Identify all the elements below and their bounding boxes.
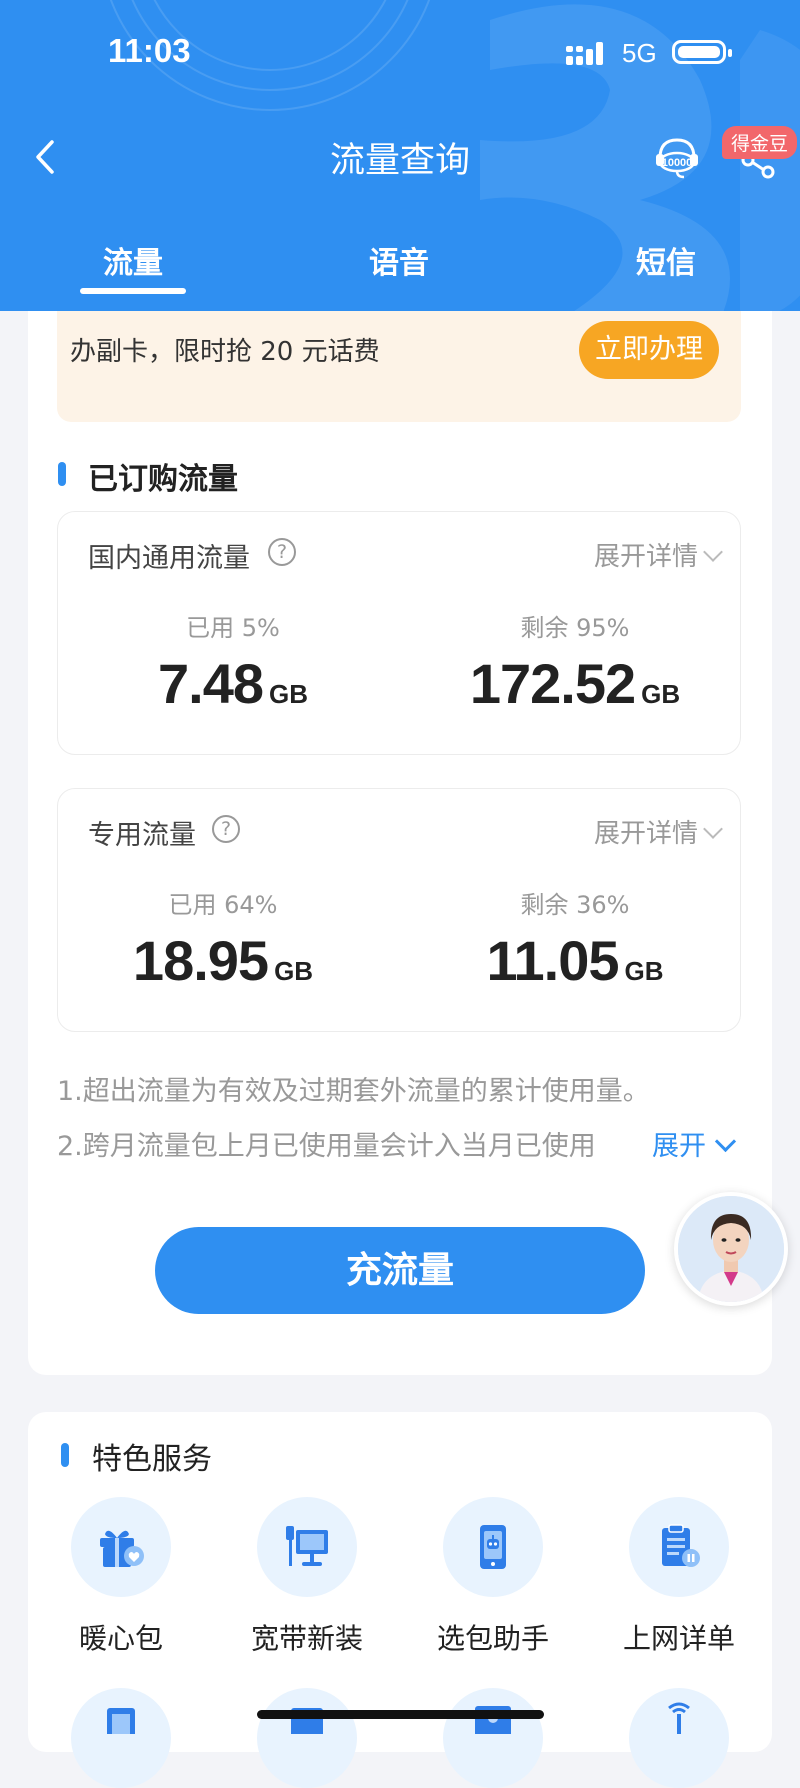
remaining-unit: GB: [641, 679, 681, 709]
service-item-broadband[interactable]: 宽带新装: [217, 1497, 397, 1657]
home-indicator: [257, 1710, 544, 1719]
phone-icon: [107, 1708, 135, 1738]
expand-details-label: 展开详情: [593, 542, 698, 572]
promo-banner[interactable]: 办副卡，限时抢 20 元话费 立即办理: [57, 311, 741, 422]
status-time: 11:03: [108, 32, 191, 69]
special-services-title: 特色服务: [92, 1442, 212, 1477]
used-unit: GB: [269, 679, 308, 709]
tab-voice[interactable]: 语音: [319, 238, 479, 282]
expand-details-label: 展开详情: [593, 819, 698, 849]
active-tab-indicator: [80, 288, 186, 294]
help-icon[interactable]: ?: [268, 538, 296, 566]
nav-bar: 流量查询 10000 得金豆: [0, 110, 800, 200]
service-item-plan-assistant[interactable]: 选包助手: [403, 1497, 583, 1657]
used-stat: 已用 64% 18.95 GB: [73, 885, 373, 993]
gold-bean-badge[interactable]: 得金豆: [722, 126, 798, 159]
used-label: 已用 64%: [168, 891, 278, 919]
expand-notes-label: 展开: [652, 1131, 706, 1162]
recharge-data-button[interactable]: 充流量: [155, 1227, 645, 1314]
expand-details-link[interactable]: 展开详情: [593, 536, 723, 573]
remaining-unit: GB: [624, 956, 664, 986]
used-value: 7.48: [158, 652, 264, 715]
broadband-icon: [257, 1497, 357, 1597]
usage-note-2: 2.跨月流量包上月已使用量会计入当月已使用: [57, 1131, 596, 1162]
chevron-down-icon: [714, 1130, 737, 1153]
remaining-stat: 剩余 36% 11.05 GB: [425, 885, 725, 993]
service-label: 上网详单: [622, 1622, 735, 1655]
expand-notes-link[interactable]: 展开: [648, 1124, 737, 1163]
service-item-warm-pack[interactable]: 暖心包: [31, 1497, 211, 1657]
card-title: 专用流量: [88, 820, 196, 851]
service-item-data-bill[interactable]: 上网详单: [589, 1497, 769, 1657]
used-unit: GB: [274, 956, 314, 986]
expand-details-link[interactable]: 展开详情: [593, 813, 723, 850]
used-value: 18.95: [132, 929, 269, 992]
service-item-row2-1[interactable]: [71, 1688, 171, 1788]
tab-data[interactable]: 流量: [53, 238, 213, 282]
domestic-data-card: 国内通用流量 ? 展开详情 已用 5% 7.48 GB 剩余 95% 172.52…: [57, 511, 741, 755]
service-item-row2-3[interactable]: [443, 1688, 543, 1788]
chevron-down-icon: [703, 819, 723, 839]
service-item-row2-2[interactable]: [257, 1688, 357, 1788]
remaining-label: 剩余 36%: [520, 891, 630, 919]
section-marker: [58, 462, 66, 486]
tab-sms[interactable]: 短信: [586, 238, 746, 282]
dedicated-data-card: 专用流量 ? 展开详情 已用 64% 18.95 GB 剩余 36% 11.05 G…: [57, 788, 741, 1032]
app-header: 11:03 5G 流量查询 10000 得金豆 流量 语音 短信: [0, 0, 800, 311]
assistant-avatar[interactable]: [674, 1192, 788, 1306]
service-label: 宽带新装: [250, 1622, 363, 1655]
status-bar: 11:03 5G: [0, 0, 800, 100]
remaining-stat: 剩余 95% 172.52 GB: [425, 608, 725, 716]
remaining-value: 11.05: [486, 929, 619, 992]
used-stat: 已用 5% 7.48 GB: [83, 608, 383, 716]
used-label: 已用 5%: [186, 614, 280, 642]
usage-note-1: 1.超出流量为有效及过期套外流量的累计使用量。: [57, 1076, 650, 1107]
service-item-row2-4[interactable]: [629, 1688, 729, 1788]
help-icon[interactable]: ?: [212, 815, 240, 843]
bill-list-icon: [629, 1497, 729, 1597]
apply-now-button[interactable]: 立即办理: [579, 321, 719, 379]
section-marker: [61, 1443, 69, 1467]
assistant-portrait-icon: [678, 1196, 784, 1302]
card-title: 国内通用流量: [88, 543, 250, 574]
subscribed-data-title: 已订购流量: [88, 462, 238, 497]
cellular-signal-icon: [566, 42, 603, 65]
service-label: 选包助手: [436, 1622, 549, 1655]
router-icon: [668, 1702, 690, 1734]
remaining-label: 剩余 95%: [520, 614, 630, 642]
battery-icon: [672, 40, 732, 64]
svg-text:10000: 10000: [662, 157, 693, 169]
chevron-down-icon: [703, 542, 723, 562]
gift-icon: [71, 1497, 171, 1597]
promo-text: 办副卡，限时抢 20 元话费: [70, 337, 380, 367]
network-type: 5G: [622, 38, 657, 68]
robot-phone-icon: [443, 1497, 543, 1597]
customer-service-10000-icon[interactable]: 10000: [652, 132, 702, 182]
service-label: 暖心包: [78, 1622, 163, 1655]
remaining-value: 172.52: [469, 652, 636, 715]
